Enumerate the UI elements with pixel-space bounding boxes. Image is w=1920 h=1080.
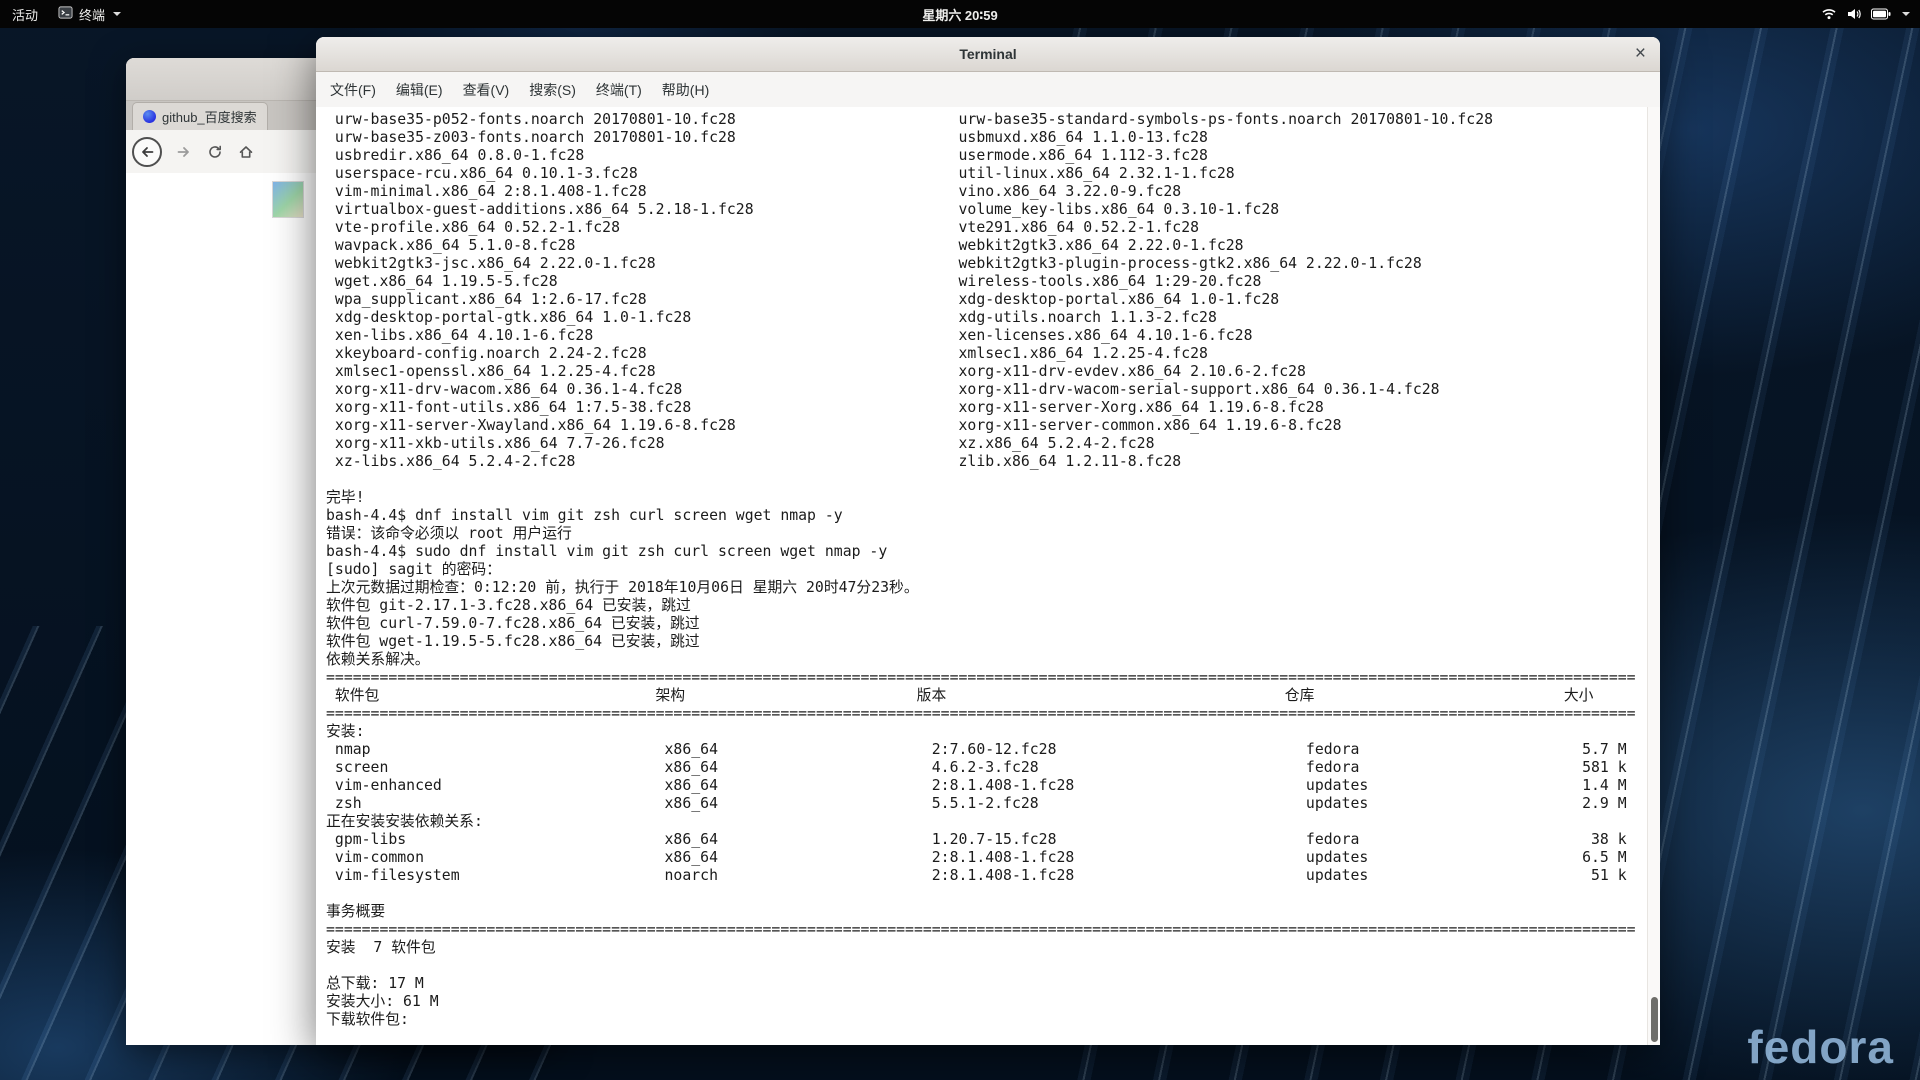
activities-label: 活动 — [12, 5, 38, 24]
desktop-background: fedora 活动 终端 星期六 20∶59 — [0, 0, 1920, 1080]
app-menu-label: 终端 — [79, 5, 105, 24]
volume-icon — [1846, 6, 1862, 22]
terminal-scrollbar[interactable] — [1647, 107, 1660, 1045]
home-button[interactable] — [237, 143, 255, 161]
menu-item-view[interactable]: 查看(V) — [453, 72, 520, 107]
close-button[interactable]: × — [1635, 37, 1646, 71]
menu-item-terminal[interactable]: 终端(T) — [586, 72, 652, 107]
app-menu-button[interactable]: 终端 — [58, 0, 121, 28]
terminal-output: urw-base35-p052-fonts.noarch 20170801-10… — [316, 107, 1660, 1029]
terminal-title: Terminal — [959, 46, 1016, 62]
terminal-menubar: 文件(F)编辑(E)查看(V)搜索(S)终端(T)帮助(H) — [316, 72, 1660, 108]
forward-arrow-icon — [176, 144, 192, 160]
browser-tab[interactable]: github_百度搜索 — [132, 102, 268, 130]
page-thumbnail-image — [272, 181, 304, 218]
tab-title: github_百度搜索 — [162, 107, 257, 126]
back-arrow-icon — [139, 144, 155, 160]
battery-icon — [1871, 8, 1891, 20]
terminal-window: Terminal × 文件(F)编辑(E)查看(V)搜索(S)终端(T)帮助(H… — [316, 37, 1660, 1045]
chevron-down-icon — [113, 12, 121, 16]
top-bar: 活动 终端 星期六 20∶59 — [0, 0, 1920, 28]
menu-item-file[interactable]: 文件(F) — [320, 72, 386, 107]
clock-label: 星期六 20∶59 — [922, 5, 997, 24]
refresh-button[interactable] — [206, 143, 224, 161]
terminal-icon — [58, 5, 73, 23]
menu-item-edit[interactable]: 编辑(E) — [386, 72, 453, 107]
refresh-icon — [207, 144, 223, 160]
clock-button[interactable]: 星期六 20∶59 — [922, 0, 997, 28]
forward-button[interactable] — [175, 143, 193, 161]
baidu-favicon-icon — [143, 110, 156, 123]
scrollbar-thumb[interactable] — [1651, 997, 1658, 1042]
back-button[interactable] — [132, 137, 162, 167]
system-status-area[interactable] — [1821, 0, 1910, 28]
menu-item-search[interactable]: 搜索(S) — [519, 72, 586, 107]
activities-button[interactable]: 活动 — [12, 0, 38, 28]
wifi-icon — [1821, 6, 1837, 22]
terminal-body[interactable]: urw-base35-p052-fonts.noarch 20170801-10… — [316, 107, 1660, 1045]
fedora-watermark: fedora — [1747, 1020, 1894, 1074]
terminal-titlebar[interactable]: Terminal × — [316, 37, 1660, 72]
menu-item-help[interactable]: 帮助(H) — [652, 72, 719, 107]
home-icon — [238, 144, 254, 160]
chevron-down-icon — [1902, 12, 1910, 16]
